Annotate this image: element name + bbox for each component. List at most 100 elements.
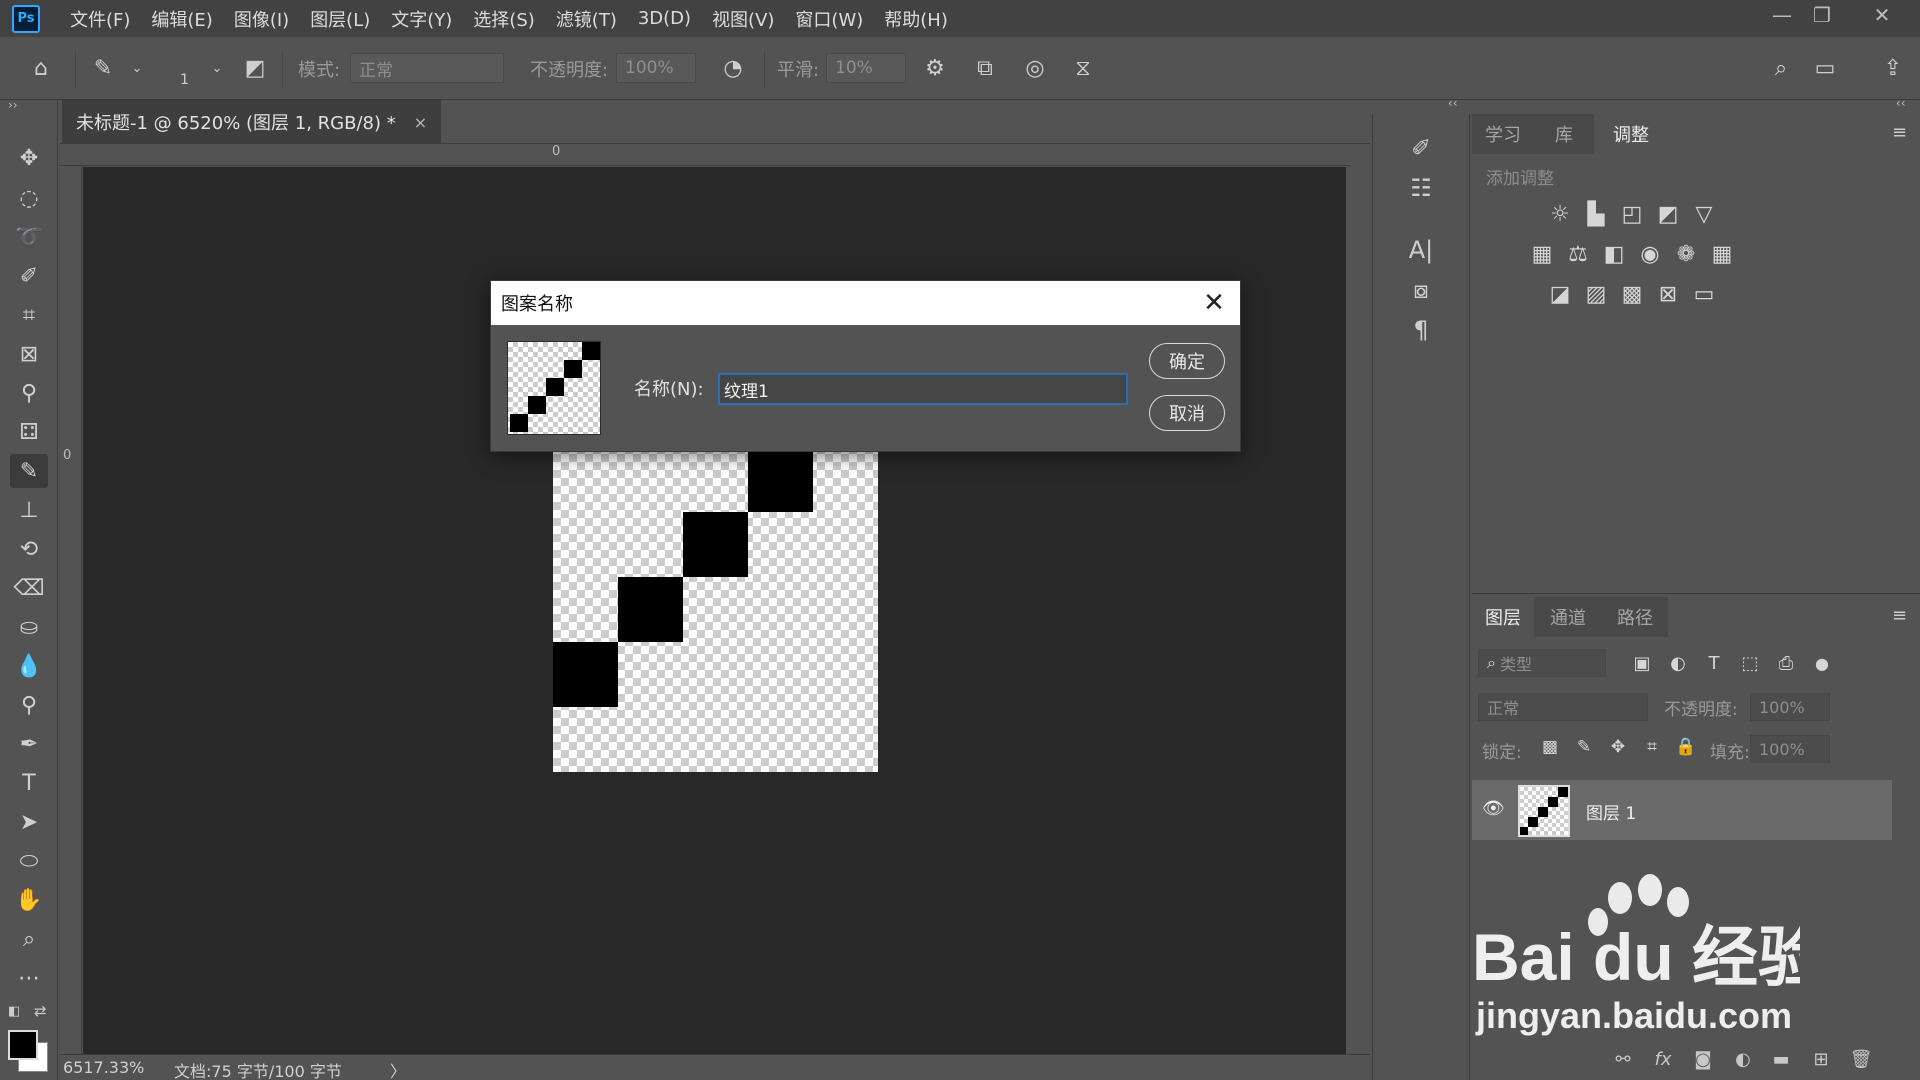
shape-filter-icon[interactable]: ⬚ <box>1732 645 1768 681</box>
invert-icon[interactable]: ◪ <box>1542 276 1578 312</box>
menu-help[interactable]: 帮助(H) <box>884 6 948 32</box>
photo-filter-icon[interactable]: ◉ <box>1632 236 1668 272</box>
hue-saturation-icon[interactable]: ▦ <box>1524 236 1560 272</box>
crop-tool-icon[interactable]: ⌗ <box>10 298 48 332</box>
panel-menu-icon[interactable]: ≡ <box>1892 605 1907 626</box>
zoom-level[interactable]: 6517.33% <box>63 1058 144 1077</box>
history-brush-icon[interactable]: ⟲ <box>10 532 48 566</box>
pen-tool-icon[interactable]: ✒ <box>10 727 48 761</box>
eyedropper-icon[interactable]: ⚲ <box>10 376 48 410</box>
tab-paths[interactable]: 路径 <box>1602 597 1668 637</box>
menu-filter[interactable]: 滤镜(T) <box>556 6 617 32</box>
color-lookup-icon[interactable]: ▦ <box>1704 236 1740 272</box>
lasso-tool-icon[interactable]: ➰ <box>10 220 48 254</box>
selective-color-icon[interactable]: ⊠ <box>1650 276 1686 312</box>
lock-transparent-icon[interactable]: ▩ <box>1532 729 1568 765</box>
posterize-icon[interactable]: ▨ <box>1578 276 1614 312</box>
menu-type[interactable]: 文字(Y) <box>391 6 452 32</box>
elliptical-marquee-icon[interactable]: ◌ <box>10 181 48 215</box>
delete-layer-icon[interactable]: 🗑 <box>1846 1049 1876 1070</box>
status-menu-arrow[interactable]: 〉 <box>390 1058 406 1080</box>
brush-settings-icon[interactable]: ✐ <box>1401 130 1441 166</box>
fx-icon[interactable]: fx <box>1648 1049 1678 1070</box>
path-selection-icon[interactable]: ➤ <box>10 805 48 839</box>
layer-thumbnail[interactable] <box>1518 785 1570 837</box>
link-layers-icon[interactable]: ⚯ <box>1608 1049 1638 1070</box>
brightness-icon[interactable]: ☼ <box>1542 196 1578 232</box>
menu-select[interactable]: 选择(S) <box>473 6 534 32</box>
tab-libraries[interactable]: 库 <box>1534 114 1594 154</box>
tab-learn[interactable]: 学习 <box>1472 114 1534 154</box>
close-icon[interactable]: ✕ <box>1198 287 1230 319</box>
collapse-icon[interactable]: ‹‹ <box>1896 96 1906 110</box>
new-adjustment-layer-icon[interactable]: ◐ <box>1728 1049 1758 1070</box>
smart-object-filter-icon[interactable]: ⎙ <box>1768 645 1804 681</box>
curves-icon[interactable]: ◰ <box>1614 196 1650 232</box>
lock-image-icon[interactable]: ✎ <box>1566 729 1602 765</box>
pixel-filter-icon[interactable]: ▣ <box>1624 645 1660 681</box>
blur-tool-icon[interactable]: 💧 <box>10 649 48 683</box>
lock-position-icon[interactable]: ✥ <box>1600 729 1636 765</box>
auto-erase-icon[interactable]: ⧉ <box>968 51 1002 85</box>
tab-layers[interactable]: 图层 <box>1472 597 1534 637</box>
adjustment-filter-icon[interactable]: ◐ <box>1660 645 1696 681</box>
paragraph-icon[interactable]: ¶ <box>1401 312 1441 348</box>
channel-mixer-icon[interactable]: ❁ <box>1668 236 1704 272</box>
pencil-preset-icon[interactable]: ✎ <box>86 51 120 85</box>
new-group-icon[interactable]: ▬ <box>1766 1049 1796 1070</box>
layer-filter-select[interactable]: ⌕ 类型 <box>1478 649 1606 677</box>
mode-select[interactable]: 正常 <box>350 53 504 83</box>
patch-tool-icon[interactable]: ⚃ <box>10 415 48 449</box>
character-panel-icon[interactable]: A| <box>1401 232 1441 268</box>
zoom-tool-icon[interactable]: ⌕ <box>10 922 48 956</box>
workspace-icon[interactable]: ▭ <box>1808 51 1842 85</box>
home-icon[interactable]: ⌂ <box>24 51 58 85</box>
menu-3d[interactable]: 3D(D) <box>638 8 691 29</box>
menu-layer[interactable]: 图层(L) <box>310 6 370 32</box>
restore-button[interactable]: ❐ <box>1802 0 1842 30</box>
document-tab[interactable]: 未标题-1 @ 6520% (图层 1, RGB/8) * × <box>62 100 442 144</box>
smooth-input[interactable]: 10% <box>826 53 906 83</box>
threshold-icon[interactable]: ▩ <box>1614 276 1650 312</box>
share-icon[interactable]: ⇪ <box>1876 51 1910 85</box>
symmetry-icon[interactable]: ⧖ <box>1066 51 1100 85</box>
lock-all-icon[interactable]: 🔒 <box>1668 729 1704 765</box>
menu-image[interactable]: 图像(I) <box>234 6 289 32</box>
exposure-icon[interactable]: ◩ <box>1650 196 1686 232</box>
chevron-down-icon[interactable]: ⌄ <box>200 51 234 85</box>
levels-icon[interactable]: ▙ <box>1578 196 1614 232</box>
fill-input[interactable]: 100% <box>1750 735 1830 763</box>
close-tab-icon[interactable]: × <box>414 113 427 132</box>
lock-artboard-icon[interactable]: ⌗ <box>1634 729 1670 765</box>
close-window-button[interactable]: ✕ <box>1862 0 1902 30</box>
visibility-eye-icon[interactable]: 👁 <box>1482 798 1505 819</box>
move-tool-icon[interactable]: ✥ <box>10 141 48 175</box>
layer-row[interactable]: 👁 图层 1 <box>1472 780 1892 840</box>
frame-tool-icon[interactable]: ⊠ <box>10 337 48 371</box>
panel-menu-icon[interactable]: ≡ <box>1892 122 1907 143</box>
gear-icon[interactable]: ⚙ <box>918 51 952 85</box>
default-colors-icon[interactable]: ◧ <box>8 1004 20 1019</box>
collapse-icon[interactable]: ‹‹ <box>1448 96 1458 110</box>
chevron-down-icon[interactable]: ⌄ <box>120 51 154 85</box>
expand-toolbar-icon[interactable]: ›› <box>8 98 18 112</box>
document-size-info[interactable]: 文档:75 字节/100 字节 <box>174 1058 342 1080</box>
brush-panel-icon[interactable]: ◩ <box>238 51 272 85</box>
layer-opacity-input[interactable]: 100% <box>1750 693 1830 721</box>
new-layer-icon[interactable]: ⊞ <box>1806 1049 1836 1070</box>
cancel-button[interactable]: 取消 <box>1149 395 1225 431</box>
hand-tool-icon[interactable]: ✋ <box>10 883 48 917</box>
foreground-color-swatch[interactable] <box>8 1030 38 1060</box>
menu-view[interactable]: 视图(V) <box>712 6 774 32</box>
tab-adjustments[interactable]: 调整 <box>1598 114 1664 154</box>
opacity-input[interactable]: 100% <box>616 53 696 83</box>
properties-icon[interactable]: ☷ <box>1401 170 1441 206</box>
add-mask-icon[interactable]: ◙ <box>1688 1049 1718 1070</box>
layer-name[interactable]: 图层 1 <box>1586 799 1636 824</box>
search-icon[interactable]: ⌕ <box>1764 51 1798 85</box>
ok-button[interactable]: 确定 <box>1149 343 1225 379</box>
pattern-name-input[interactable] <box>718 373 1128 405</box>
gradient-map-icon[interactable]: ▭ <box>1686 276 1722 312</box>
ellipse-shape-icon[interactable]: ⬭ <box>10 844 48 878</box>
pressure-size-icon[interactable]: ◎ <box>1018 51 1052 85</box>
